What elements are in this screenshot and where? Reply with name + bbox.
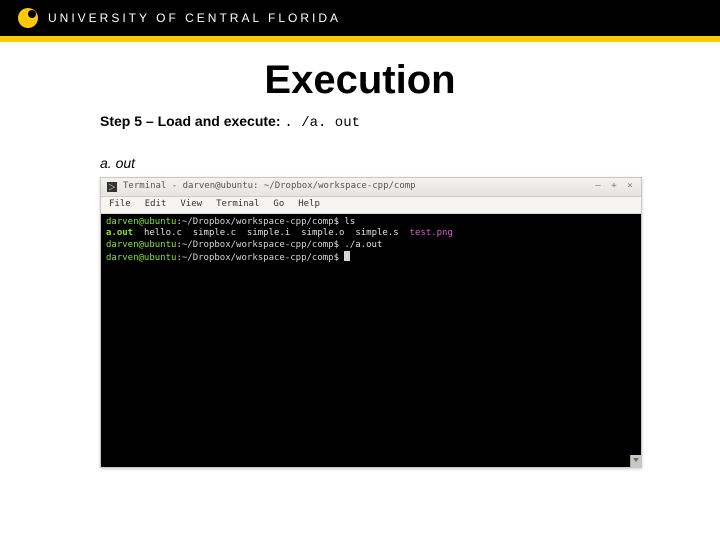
terminal-title-text: Terminal - darven@ubuntu: ~/Dropbox/work…	[123, 181, 587, 192]
step-command: . /a. out	[284, 115, 360, 131]
terminal-line: darven@ubuntu:~/Dropbox/workspace-cpp/co…	[106, 251, 636, 264]
ucf-logo-icon	[18, 8, 38, 28]
window-close-button[interactable]: ×	[625, 181, 635, 192]
slide-title: Execution	[40, 58, 680, 103]
step-text: Step 5 – Load and execute:	[100, 113, 284, 129]
window-maximize-button[interactable]: +	[609, 181, 619, 192]
terminal-icon: ＞	[107, 182, 117, 192]
menu-view[interactable]: View	[180, 199, 202, 210]
terminal-line: a.out hello.c simple.c simple.i simple.o…	[106, 228, 636, 239]
menu-file[interactable]: File	[109, 199, 131, 210]
file-label: a. out	[100, 155, 680, 171]
window-minimize-button[interactable]: –	[593, 181, 603, 192]
svg-text:＞: ＞	[108, 183, 116, 192]
menu-terminal[interactable]: Terminal	[216, 199, 259, 210]
menu-edit[interactable]: Edit	[145, 199, 167, 210]
terminal-window: ＞ Terminal - darven@ubuntu: ~/Dropbox/wo…	[100, 177, 642, 468]
menu-help[interactable]: Help	[298, 199, 320, 210]
step-line: Step 5 – Load and execute: . /a. out	[100, 113, 680, 131]
terminal-menubar: File Edit View Terminal Go Help	[101, 197, 641, 214]
university-name: UNIVERSITY OF CENTRAL FLORIDA	[48, 11, 341, 25]
terminal-content[interactable]: darven@ubuntu:~/Dropbox/workspace-cpp/co…	[101, 214, 641, 467]
menu-go[interactable]: Go	[273, 199, 284, 210]
terminal-line: darven@ubuntu:~/Dropbox/workspace-cpp/co…	[106, 217, 636, 228]
terminal-cursor	[344, 251, 350, 261]
slide-body: Execution Step 5 – Load and execute: . /…	[0, 42, 720, 468]
terminal-scrollbar[interactable]	[630, 455, 641, 467]
terminal-titlebar[interactable]: ＞ Terminal - darven@ubuntu: ~/Dropbox/wo…	[101, 178, 641, 197]
university-header: UNIVERSITY OF CENTRAL FLORIDA	[0, 0, 720, 36]
terminal-line: darven@ubuntu:~/Dropbox/workspace-cpp/co…	[106, 240, 636, 251]
